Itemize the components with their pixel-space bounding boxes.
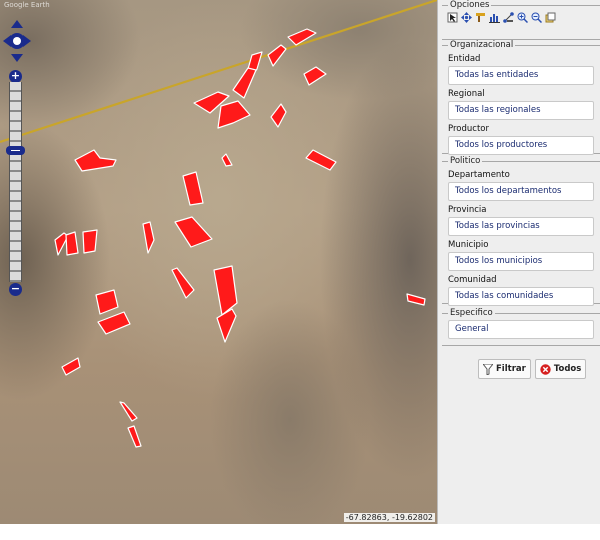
productor-select[interactable]: Todos los productores <box>448 136 594 155</box>
parcel <box>217 100 251 129</box>
organizacional-group: Organizacional Entidad Todas las entidad… <box>442 40 600 155</box>
politico-group: Politico Departamento Todos los departam… <box>442 156 600 306</box>
zoom-out-icon[interactable] <box>530 11 543 24</box>
productor-label: Productor <box>448 124 489 134</box>
filtrar-label: Filtrar <box>496 364 526 374</box>
comunidad-select[interactable]: Todas las comunidades <box>448 287 594 306</box>
zoom-slider-handle[interactable] <box>6 146 25 155</box>
provincia-select[interactable]: Todas las provincias <box>448 217 594 236</box>
todos-label: Todos <box>553 364 582 374</box>
parcel <box>182 171 204 206</box>
todos-button[interactable]: Todos <box>534 359 587 379</box>
regional-label: Regional <box>448 89 485 99</box>
parcel <box>221 153 233 167</box>
parcel <box>287 28 317 46</box>
especifico-group: Especifico General <box>442 308 600 346</box>
zoom-in-icon[interactable] <box>516 11 529 24</box>
pan-up-icon <box>11 20 23 28</box>
bottom-strip <box>0 524 600 540</box>
parcel <box>216 308 237 343</box>
filter-icon <box>483 363 493 375</box>
map-view[interactable]: Google Earth + − -67.82863, -19.62802 <box>0 0 437 524</box>
pan-down-icon <box>11 54 23 62</box>
node-icon[interactable] <box>502 11 515 24</box>
parcel <box>305 149 337 171</box>
entidad-select[interactable]: Todas las entidades <box>448 66 594 85</box>
filtrar-button[interactable]: Filtrar <box>478 359 531 379</box>
coordinate-readout: -67.82863, -19.62802 <box>343 513 435 522</box>
parcel <box>406 293 426 306</box>
parcel <box>127 425 142 448</box>
parcel <box>303 66 327 86</box>
organizacional-legend: Organizacional <box>450 40 514 50</box>
parcel <box>232 67 257 99</box>
parcel <box>213 265 238 316</box>
especifico-select[interactable]: General <box>448 320 594 339</box>
politico-legend: Politico <box>450 156 481 166</box>
entidad-label: Entidad <box>448 54 481 64</box>
parcel <box>267 44 287 67</box>
pan-icon[interactable] <box>460 11 473 24</box>
regional-select[interactable]: Todas las regionales <box>448 101 594 120</box>
parcel <box>142 221 155 254</box>
parcel <box>171 267 195 299</box>
export-icon[interactable] <box>544 11 557 24</box>
clear-icon <box>540 363 551 375</box>
side-panel: Opciones Organizacional Entidad Todas la… <box>437 0 600 524</box>
municipio-select[interactable]: Todos los municipios <box>448 252 594 271</box>
action-buttons: Filtrar Todos <box>478 359 587 379</box>
zoom-track[interactable] <box>9 82 22 282</box>
municipio-label: Municipio <box>448 240 489 250</box>
parcel <box>82 229 98 254</box>
select-icon[interactable] <box>446 11 459 24</box>
especifico-legend: Especifico <box>450 308 493 318</box>
parcel <box>174 216 213 248</box>
departamento-label: Departamento <box>448 170 510 180</box>
options-legend: Opciones <box>450 0 490 10</box>
options-group: Opciones <box>442 0 600 40</box>
parcel-overlay <box>0 0 437 448</box>
parcel <box>65 231 79 256</box>
pan-control[interactable] <box>3 20 31 62</box>
parcel <box>74 149 117 172</box>
parcel <box>95 289 119 315</box>
measure-icon[interactable] <box>474 11 487 24</box>
parcel <box>270 103 287 128</box>
comunidad-label: Comunidad <box>448 275 497 285</box>
map-toolbar <box>446 10 596 24</box>
provincia-label: Provincia <box>448 205 487 215</box>
parcel <box>97 311 131 335</box>
departamento-select[interactable]: Todos los departamentos <box>448 182 594 201</box>
parcel <box>119 401 138 422</box>
zoom-out-button[interactable]: − <box>9 283 22 296</box>
parcel <box>61 357 81 376</box>
chart-icon[interactable] <box>488 11 501 24</box>
